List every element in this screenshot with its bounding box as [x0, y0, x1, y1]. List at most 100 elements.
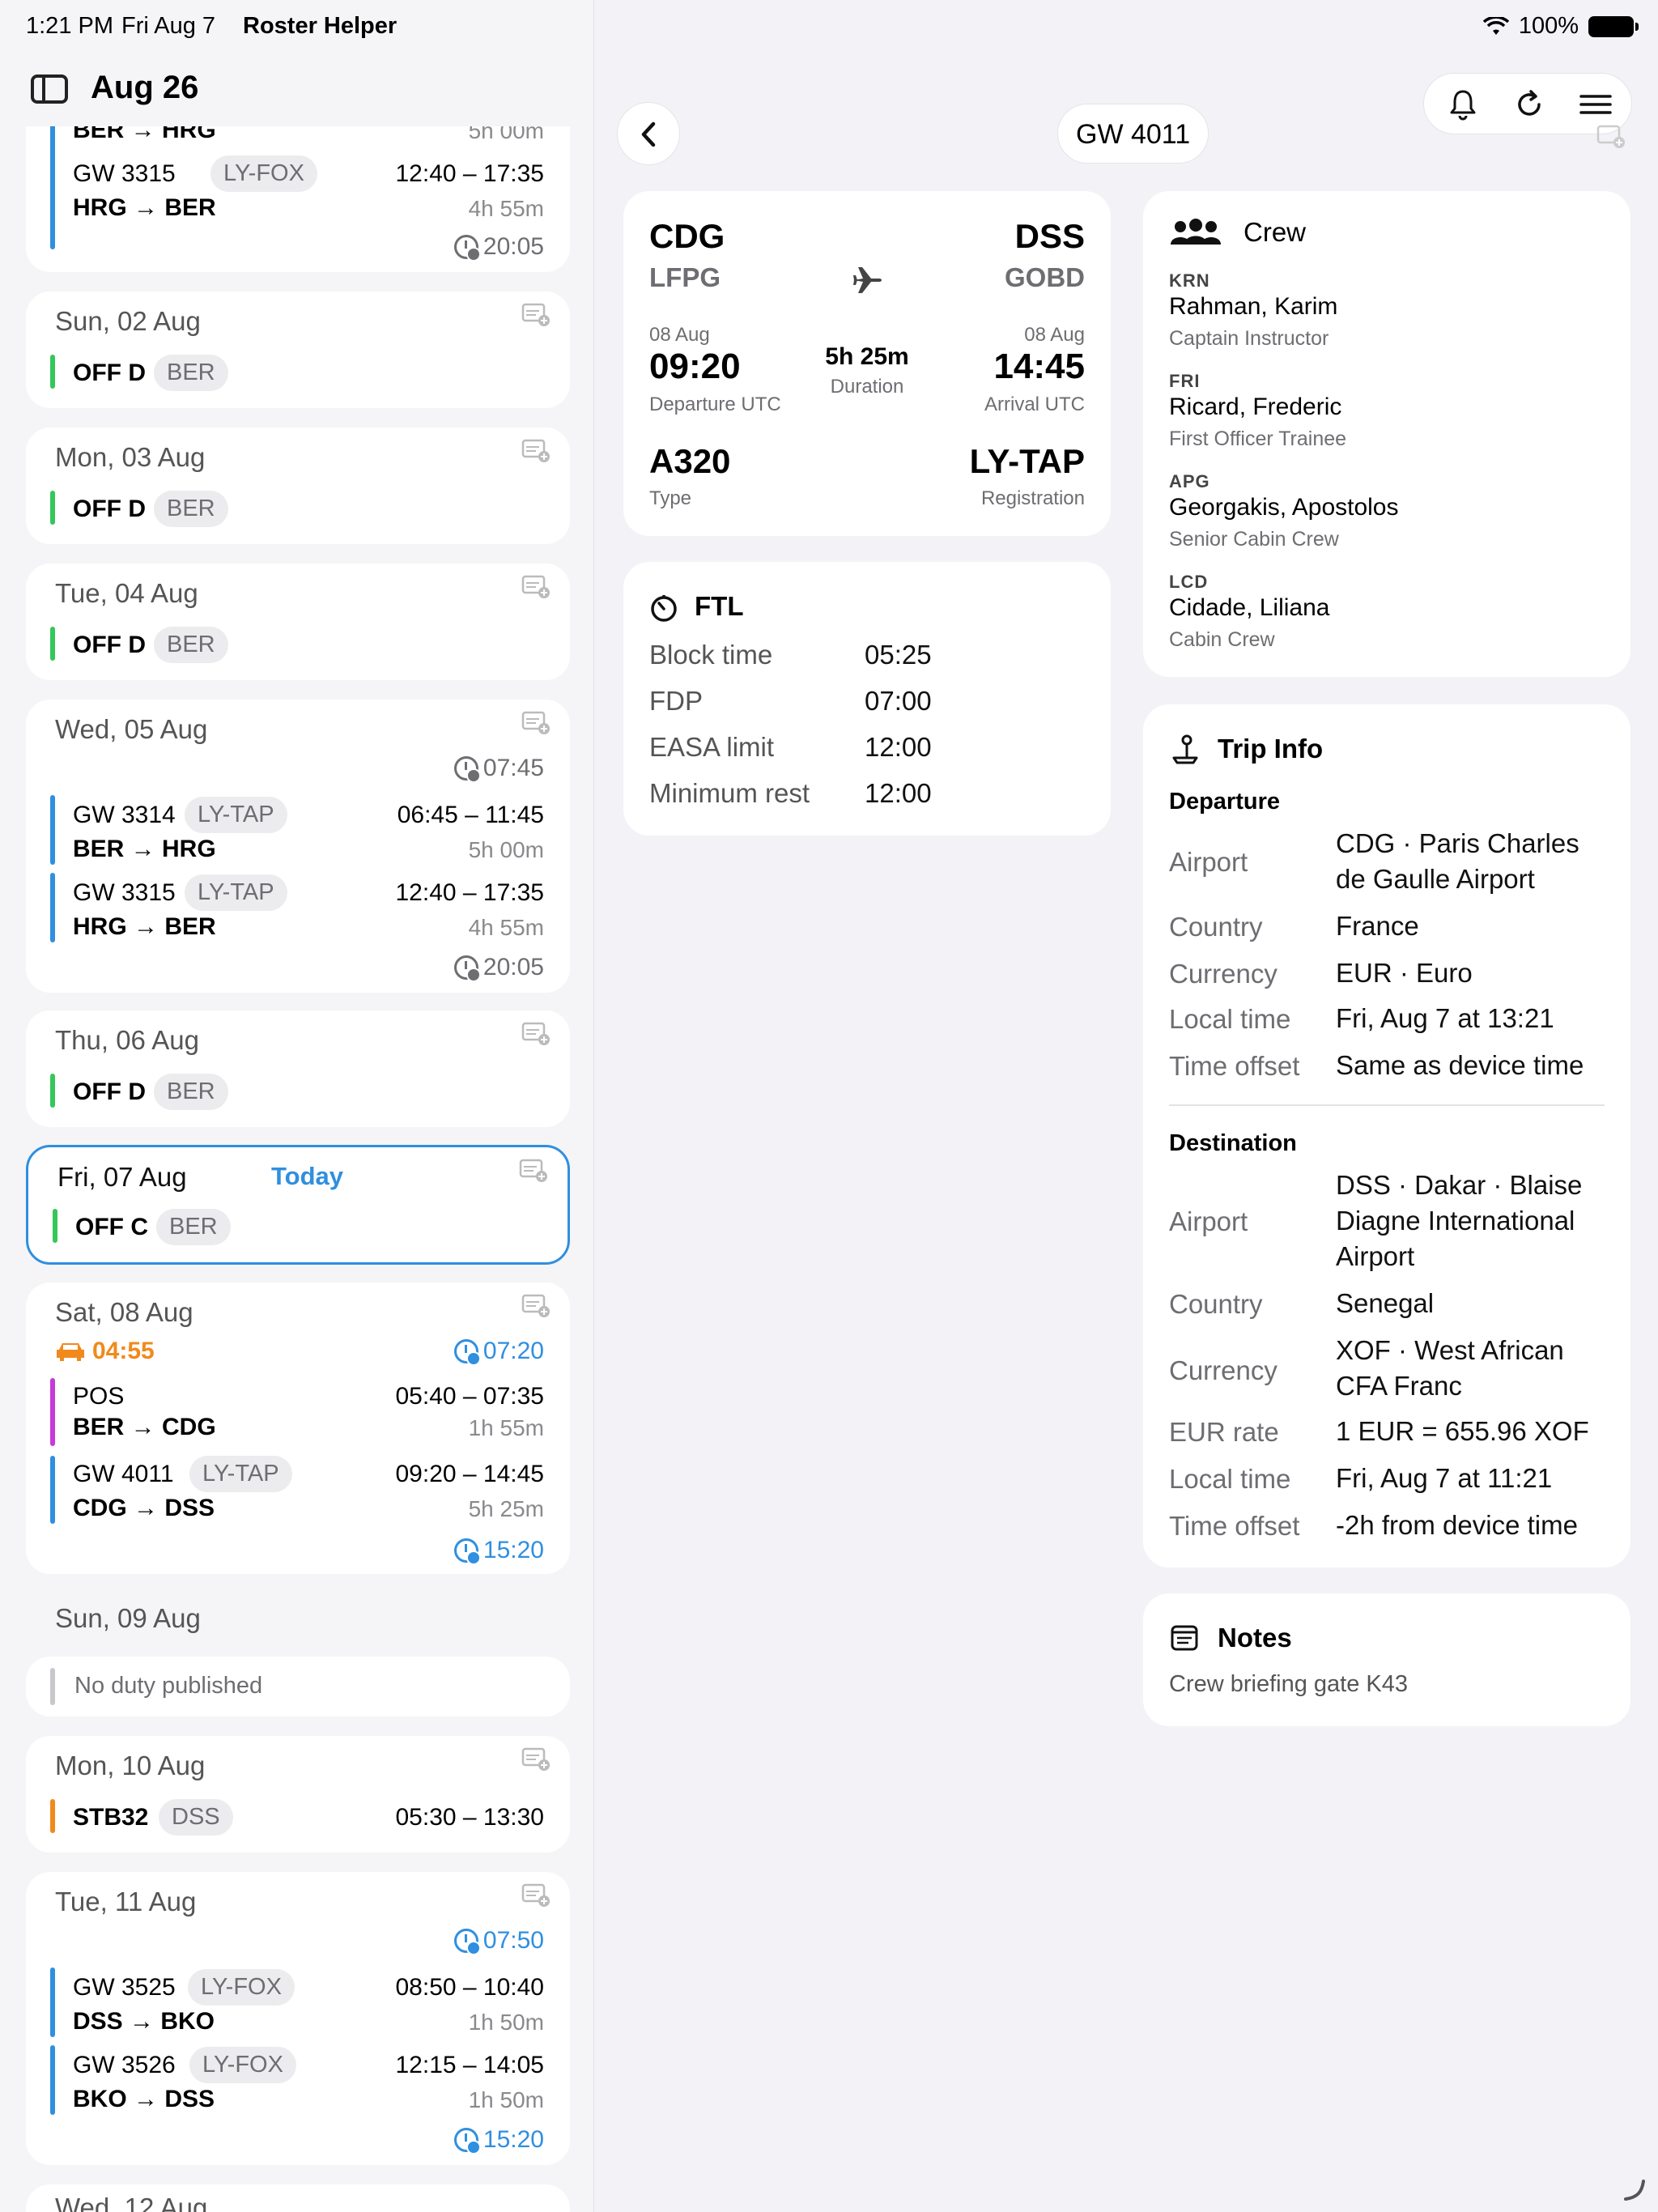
crew-name[interactable]: Ricard, Frederic — [1169, 393, 1341, 421]
ftl-label: EASA limit — [649, 732, 775, 762]
ftl-label: Minimum rest — [649, 778, 810, 808]
arrival-label: Arrival UTC — [984, 393, 1085, 415]
departure-airport: CDG · Paris Charles de Gaulle Airport — [1336, 828, 1579, 894]
info-label: Local time — [1169, 1464, 1291, 1494]
crew-role: Cabin Crew — [1169, 628, 1275, 651]
day-card-wed05[interactable]: Wed, 05 Aug 07:45 GW 3314 LY-TAP 06:45 –… — [26, 700, 570, 993]
day-card-mon03[interactable]: Mon, 03 Aug OFF D BER — [26, 428, 570, 544]
arrival-icao: GOBD — [1005, 262, 1085, 292]
off-bar — [50, 627, 55, 661]
off-bar — [50, 1074, 55, 1108]
info-label: EUR rate — [1169, 1417, 1279, 1447]
crew-name[interactable]: Georgakis, Apostolos — [1169, 494, 1399, 521]
report-time: 07:50 — [453, 1927, 544, 1955]
day-title: Fri, 07 Aug — [57, 1162, 187, 1192]
arrival-iata: DSS — [1014, 217, 1085, 255]
info-label: Currency — [1169, 1355, 1278, 1385]
info-label: Time offset — [1169, 1051, 1300, 1081]
duty-code: OFF C — [75, 1214, 148, 1240]
off-bar — [50, 355, 55, 389]
day-title: Thu, 06 Aug — [55, 1025, 199, 1055]
day-card-tue11[interactable]: Tue, 11 Aug 07:50 GW 3525 LY-FOX 08:50 –… — [26, 1872, 570, 2165]
leg-flight-number: GW 3315 — [73, 879, 176, 906]
release-time: 20:05 — [453, 954, 544, 982]
duty-code: OFF D — [73, 359, 146, 386]
leg-duration: 4h 55m — [468, 196, 544, 221]
calendar-add-icon[interactable] — [521, 437, 551, 463]
type-label: Type — [649, 487, 692, 509]
day-card-sat08[interactable]: Sat, 08 Aug 04:55 07:20 POS 05:40 – 07:3… — [26, 1283, 570, 1574]
sidebar-icon[interactable] — [31, 74, 68, 104]
flight-bar — [50, 873, 55, 942]
day-title: Tue, 11 Aug — [55, 1887, 197, 1916]
ftl-value: 05:25 — [865, 640, 932, 670]
day-card-tue04[interactable]: Tue, 04 Aug OFF D BER — [26, 564, 570, 680]
base-pill: BER — [154, 355, 228, 391]
arrival-date: 08 Aug — [1024, 324, 1085, 346]
leg-flight-number: GW 3314 — [73, 802, 176, 828]
release-time: 20:05 — [453, 233, 544, 262]
duty-code: OFF D — [73, 632, 146, 658]
leg-route: BER → HRG — [73, 836, 216, 862]
calendar-add-icon[interactable] — [521, 709, 551, 735]
day-title: Mon, 03 Aug — [55, 442, 206, 472]
detail-title: GW 4011 — [1057, 104, 1209, 164]
calendar-add-icon[interactable] — [521, 301, 551, 327]
day-card-mon10[interactable]: Mon, 10 Aug STB32 DSS 05:30 – 13:30 — [26, 1736, 570, 1853]
bell-icon[interactable] — [1445, 87, 1481, 122]
day-title: Wed, 05 Aug — [55, 714, 208, 744]
pickup-time: 04:55 — [55, 1338, 155, 1365]
calendar-add-icon[interactable] — [521, 573, 551, 599]
leg-flight-number: POS — [73, 1383, 125, 1410]
clock-icon — [453, 955, 481, 982]
crew-code: FRI — [1169, 371, 1201, 391]
resize-handle-icon[interactable] — [1622, 2178, 1647, 2202]
divider — [1169, 1104, 1605, 1106]
calendar-add-icon[interactable] — [521, 1746, 551, 1772]
battery-percent: 100% — [1518, 13, 1579, 39]
notes-card[interactable]: Notes Crew briefing gate K43 — [1143, 1593, 1630, 1726]
leg-times: 08:50 – 10:40 — [395, 1974, 544, 2001]
crew-name[interactable]: Rahman, Karim — [1169, 293, 1337, 321]
day-card-thu06[interactable]: Thu, 06 Aug OFF D BER — [26, 1010, 570, 1127]
departure-local-time: Fri, Aug 7 at 13:21 — [1336, 1003, 1554, 1033]
calendar-add-icon[interactable] — [521, 1882, 551, 1908]
trip-info-card: Trip Info Departure Airport CDG · Paris … — [1143, 704, 1630, 1568]
calendar-add-icon[interactable] — [521, 1292, 551, 1318]
calendar-add-icon[interactable] — [521, 1020, 551, 1046]
calendar-add-icon[interactable] — [1595, 123, 1627, 149]
info-label: Country — [1169, 1289, 1263, 1319]
aircraft-registration: LY-TAP — [969, 442, 1085, 480]
no-duty-text: No duty published — [74, 1673, 263, 1699]
flight-bar — [50, 2045, 55, 2115]
day-card-wed12[interactable]: Wed, 12 Aug — [26, 2184, 570, 2212]
clock-icon — [453, 235, 481, 262]
report-time: 07:45 — [453, 755, 544, 783]
flight-bar — [50, 1456, 55, 1524]
clock-icon — [453, 2128, 481, 2155]
refresh-icon[interactable] — [1511, 87, 1547, 122]
leg-route: HRG → BER — [73, 913, 216, 940]
leg-duration: 4h 55m — [468, 915, 544, 940]
timer-icon — [651, 595, 677, 622]
standby-bar — [50, 1799, 55, 1833]
positioning-bar — [50, 1378, 55, 1446]
leg-times: 09:20 – 14:45 — [395, 1461, 544, 1487]
pin-icon — [1172, 734, 1198, 764]
destination-time-offset: -2h from device time — [1336, 1510, 1578, 1540]
day-card-sun09[interactable]: No duty published — [26, 1657, 570, 1716]
day-title: Mon, 10 Aug — [55, 1750, 206, 1780]
off-bar — [50, 491, 55, 525]
crew-name[interactable]: Cidade, Liliana — [1169, 594, 1329, 622]
day-title: Wed, 12 Aug — [55, 2193, 208, 2212]
calendar-add-icon[interactable] — [519, 1157, 548, 1183]
day-card-today[interactable]: Fri, 07 Aug Today OFF C BER — [26, 1145, 570, 1265]
info-label: Airport — [1169, 847, 1248, 877]
info-label: Airport — [1169, 1206, 1248, 1236]
menu-icon[interactable] — [1578, 87, 1613, 122]
back-button[interactable] — [617, 102, 680, 165]
car-icon — [57, 1343, 84, 1361]
day-card-sun02[interactable]: Sun, 02 Aug OFF D BER — [26, 291, 570, 408]
leg-times: 12:40 – 17:35 — [395, 879, 544, 906]
day-title: Sun, 09 Aug — [55, 1603, 201, 1633]
